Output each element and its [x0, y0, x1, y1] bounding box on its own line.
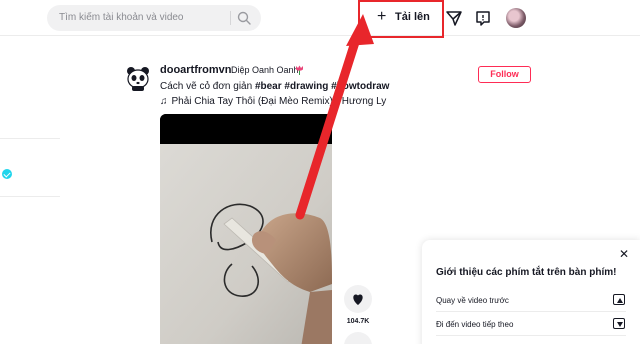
music-title[interactable]: Phải Chia Tay Thôi (Đại Mèo Remix) - Hươ…: [172, 96, 387, 107]
hashtag-link[interactable]: #drawing: [284, 81, 328, 92]
search-icon[interactable]: [237, 11, 251, 25]
heart-icon: [353, 294, 363, 305]
shortcut-row: Quay về video trước: [436, 290, 626, 312]
comment-button[interactable]: [344, 332, 372, 344]
user-avatar[interactable]: [506, 8, 526, 28]
like-count: 104.7K: [346, 318, 370, 325]
inbox-icon[interactable]: [474, 9, 492, 27]
up-arrow-key-icon: [613, 294, 625, 305]
panda-avatar[interactable]: [124, 64, 152, 92]
video-frame: [160, 114, 332, 344]
shortcuts-title: Giới thiệu các phím tắt trên bàn phím!: [436, 267, 617, 278]
annotation-highlight-box: [358, 0, 444, 38]
post-caption: Cách vẽ cỏ đơn giản #bear #drawing #howt…: [160, 81, 389, 92]
hashtag-link[interactable]: #bear: [255, 81, 282, 92]
hashtag-link[interactable]: #howtodraw: [331, 81, 389, 92]
shortcut-label: Quay về video trước: [436, 296, 509, 305]
tulip-emoji-icon: [296, 65, 303, 75]
video-player[interactable]: [160, 114, 332, 344]
music-note-icon: ♫: [160, 96, 168, 107]
search-bar[interactable]: Tìm kiếm tài khoản và video: [47, 5, 261, 31]
sidebar-divider: [0, 196, 60, 197]
search-divider: [230, 11, 231, 25]
post-nickname: Diệp Oanh Oanh: [231, 65, 299, 75]
like-button[interactable]: [344, 285, 372, 313]
close-icon[interactable]: ✕: [619, 248, 629, 260]
sidebar-divider: [0, 138, 60, 139]
shortcut-label: Đi đến video tiếp theo: [436, 320, 514, 329]
down-arrow-key-icon: [613, 318, 625, 329]
verified-badge-icon: [2, 169, 12, 179]
shortcut-row: Đi đến video tiếp theo: [436, 314, 626, 336]
follow-button[interactable]: Follow: [478, 66, 531, 83]
send-message-icon[interactable]: [445, 9, 463, 27]
post-username[interactable]: dooartfromvn: [160, 64, 232, 76]
caption-text: Cách vẽ cỏ đơn giản: [160, 81, 253, 92]
keyboard-shortcuts-panel: ✕ Giới thiệu các phím tắt trên bàn phím!…: [422, 240, 640, 344]
post-music[interactable]: ♫ Phải Chia Tay Thôi (Đại Mèo Remix) - Hư…: [160, 96, 386, 107]
search-input[interactable]: Tìm kiếm tài khoản và video: [59, 12, 184, 23]
top-navigation-bar: Tìm kiếm tài khoản và video + Tải lên: [0, 0, 640, 36]
